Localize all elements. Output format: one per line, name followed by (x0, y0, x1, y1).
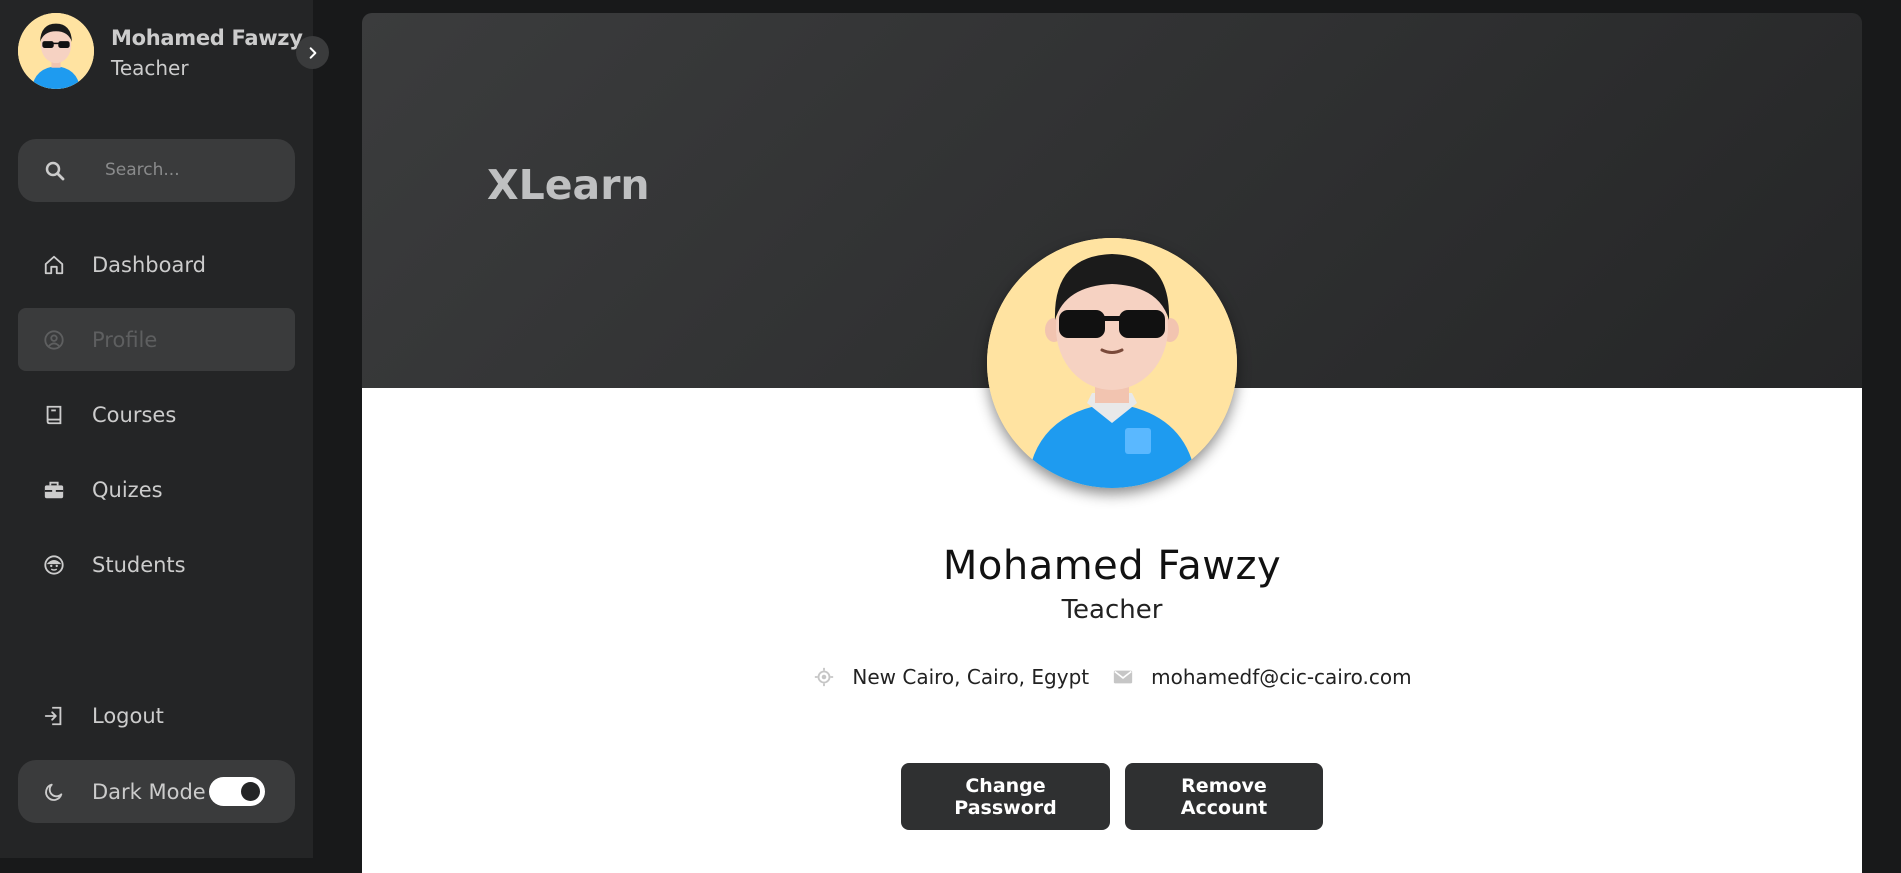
dark-mode-label: Dark Mode (92, 779, 206, 804)
sidebar-item-profile[interactable]: Profile (18, 308, 295, 371)
sidebar-item-label: Students (92, 552, 186, 577)
profile-panel: XLearn Mohamed Fawzy Teacher New Cairo, … (362, 13, 1862, 873)
sidebar-item-dashboard[interactable]: Dashboard (18, 233, 295, 296)
search-box (18, 139, 295, 202)
email-item: mohamedf@cic-cairo.com (1111, 665, 1412, 689)
location-text: New Cairo, Cairo, Egypt (852, 665, 1090, 689)
brand-title: XLearn (487, 161, 650, 209)
home-icon (42, 253, 66, 277)
chevron-right-icon (309, 46, 316, 59)
change-password-button[interactable]: Change Password (901, 763, 1110, 830)
sidebar-header: Mohamed Fawzy Teacher (18, 13, 303, 89)
sidebar: Mohamed Fawzy Teacher Dashboard Profile … (0, 0, 329, 858)
location-icon (812, 665, 836, 689)
sidebar-item-courses[interactable]: Courses (18, 383, 295, 446)
profile-actions: Change Password Remove Account (362, 763, 1862, 830)
sidebar-user-role: Teacher (111, 56, 189, 80)
student-face-icon (42, 553, 66, 577)
logout-icon (42, 704, 66, 728)
dark-mode-toggle[interactable] (209, 777, 265, 806)
location-item: New Cairo, Cairo, Egypt (812, 665, 1089, 689)
logout-label: Logout (92, 703, 164, 728)
toggle-knob (241, 782, 260, 801)
search-input[interactable] (105, 155, 285, 185)
search-icon (45, 161, 65, 181)
mail-icon (1111, 665, 1135, 689)
sidebar-item-quizes[interactable]: Quizes (18, 458, 295, 521)
briefcase-icon (42, 478, 66, 502)
sidebar-item-label: Dashboard (92, 252, 206, 277)
user-circle-icon (42, 328, 66, 352)
profile-avatar (987, 238, 1237, 488)
moon-icon (42, 780, 66, 804)
profile-name: Mohamed Fawzy (942, 543, 1282, 589)
remove-account-button[interactable]: Remove Account (1125, 763, 1323, 830)
email-text: mohamedf@cic-cairo.com (1151, 665, 1412, 689)
sidebar-item-students[interactable]: Students (18, 533, 295, 596)
sidebar-item-label: Courses (92, 402, 177, 427)
profile-contact-info: New Cairo, Cairo, Egypt mohamedf@cic-cai… (362, 665, 1862, 689)
sidebar-item-label: Quizes (92, 477, 163, 502)
sidebar-item-label: Profile (92, 327, 158, 352)
profile-role: Teacher (1061, 595, 1163, 625)
sidebar-toggle-button[interactable] (296, 36, 329, 69)
book-icon (42, 403, 66, 427)
dark-mode-row: Dark Mode (18, 760, 295, 823)
sidebar-user-name: Mohamed Fawzy (111, 26, 303, 50)
avatar (18, 13, 94, 89)
logout-button[interactable]: Logout (18, 684, 295, 747)
